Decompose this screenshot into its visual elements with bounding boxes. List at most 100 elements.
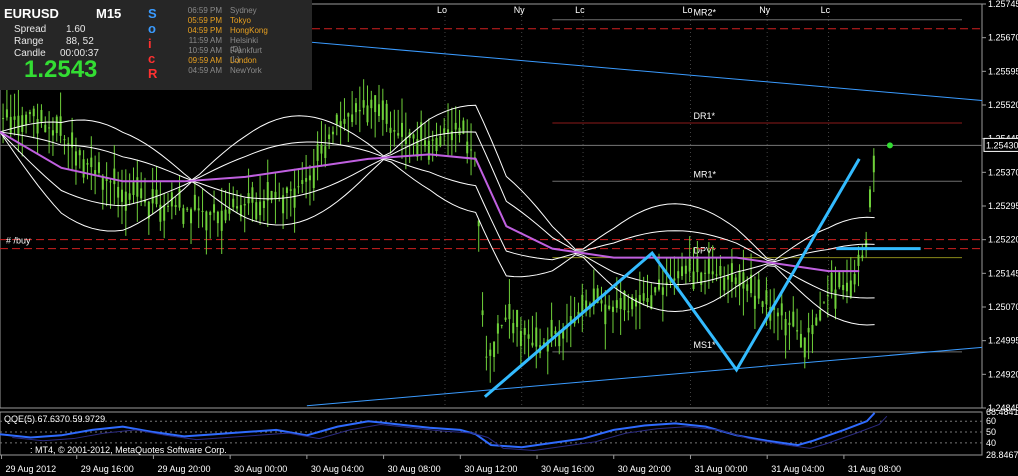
candle-body: [466, 141, 469, 154]
candle-body: [36, 119, 39, 134]
range-label: Range: [14, 36, 44, 47]
buy-label: # /buy: [6, 236, 31, 246]
oscillator-tick-label: 60: [986, 416, 996, 426]
candle-body: [807, 327, 810, 333]
oscillator-tick-label: 40: [986, 438, 996, 448]
y-tick-label: 1.24920: [988, 369, 1018, 379]
candle-body: [608, 305, 611, 310]
signal-letter: o: [148, 21, 156, 36]
signal-letter: i: [148, 36, 152, 51]
candle-body: [5, 109, 8, 118]
candle-body: [320, 144, 323, 154]
price-marker-dot: [886, 142, 893, 149]
candle-body: [377, 104, 380, 116]
candle-body: [842, 285, 845, 291]
candle-body: [868, 189, 871, 208]
candle-body: [845, 282, 848, 292]
session-marker-label: Lc: [821, 5, 831, 15]
session-name: Tokyo: [230, 16, 251, 25]
candle-body: [412, 134, 415, 139]
candle-body: [531, 342, 534, 346]
session-marker-label: Ny: [514, 5, 525, 15]
y-tick-label: 1.25595: [988, 66, 1018, 76]
session-name: Sydney: [230, 6, 257, 15]
session-marker-label: Ny: [759, 5, 770, 15]
candle-body: [232, 198, 235, 208]
candle-body: [362, 100, 365, 108]
candle-body: [343, 118, 346, 124]
pivot-label: MS1*: [694, 340, 717, 350]
candle-body: [711, 271, 714, 275]
session-marker-label: Lo: [437, 5, 447, 15]
candle-body: [454, 122, 457, 130]
candle-body: [834, 289, 837, 309]
candle-body: [799, 333, 802, 348]
candle-body: [447, 129, 450, 133]
x-tick-label: 29 Aug 2012: [6, 464, 57, 474]
candle-body: [673, 278, 676, 281]
pivot-label: MR1*: [694, 169, 717, 179]
candle-body: [516, 309, 519, 327]
candle-body: [719, 265, 722, 276]
candle-body: [535, 327, 538, 347]
candle-body: [289, 189, 292, 191]
candle-body: [305, 178, 308, 182]
candle-body: [654, 287, 657, 293]
candle-body: [374, 95, 377, 113]
y-tick-label: 1.25370: [988, 167, 1018, 177]
candle-body: [554, 330, 557, 334]
x-tick-label: 29 Aug 20:00: [157, 464, 210, 474]
candle-body: [458, 127, 461, 135]
y-tick-label: 1.25145: [988, 268, 1018, 278]
x-tick-label: 30 Aug 04:00: [311, 464, 364, 474]
candle-body: [132, 182, 135, 196]
candle-body: [757, 279, 760, 299]
candle-body: [67, 143, 70, 145]
candle-body: [136, 177, 139, 197]
candle-body: [504, 317, 507, 320]
info-panel: EURUSD M15 Spread 1.60 Range 88, 52 Cand…: [0, 0, 312, 90]
candle-body: [351, 114, 354, 123]
candle-body: [527, 334, 530, 339]
pivot-label: MR2*: [694, 8, 717, 18]
candle-body: [611, 306, 614, 312]
candle-body: [658, 279, 661, 290]
candle-body: [140, 188, 143, 199]
session-time: 05:59 PM: [187, 16, 222, 25]
candle-body: [627, 311, 630, 313]
candle-body: [78, 150, 81, 156]
candle-body: [619, 298, 622, 310]
candle-body: [819, 309, 822, 321]
candle-body: [48, 127, 51, 129]
candle-body: [435, 137, 438, 152]
candle-body: [113, 168, 116, 185]
candle-body: [247, 193, 250, 204]
pivot-label: DR1*: [694, 111, 716, 121]
y-tick-label: 1.25070: [988, 302, 1018, 312]
candle-body: [86, 163, 89, 165]
candle-body: [746, 284, 749, 291]
session-name: London: [230, 56, 257, 65]
candle-body: [40, 110, 43, 122]
candle-body: [381, 100, 384, 120]
candle-body: [642, 293, 645, 301]
bid-price: 1.2543: [24, 56, 98, 83]
y-tick-label: 1.25670: [988, 33, 1018, 43]
candle-body: [308, 175, 311, 181]
candle-body: [331, 131, 334, 135]
candle-body: [128, 193, 131, 200]
candle-body: [55, 116, 58, 134]
candle-body: [692, 271, 695, 289]
candle-body: [205, 211, 208, 231]
current-price-label: 1.25430: [986, 140, 1018, 150]
candle-body: [213, 204, 216, 213]
candle-body: [255, 202, 258, 220]
oscillator-tick-label: 50: [986, 427, 996, 437]
candle-body: [704, 272, 707, 274]
signal-letter: c: [148, 51, 156, 66]
candle-body: [661, 287, 664, 295]
candle-body: [9, 116, 12, 133]
candle-body: [853, 273, 856, 285]
candle-body: [523, 328, 526, 335]
y-tick-label: 1.25220: [988, 235, 1018, 245]
